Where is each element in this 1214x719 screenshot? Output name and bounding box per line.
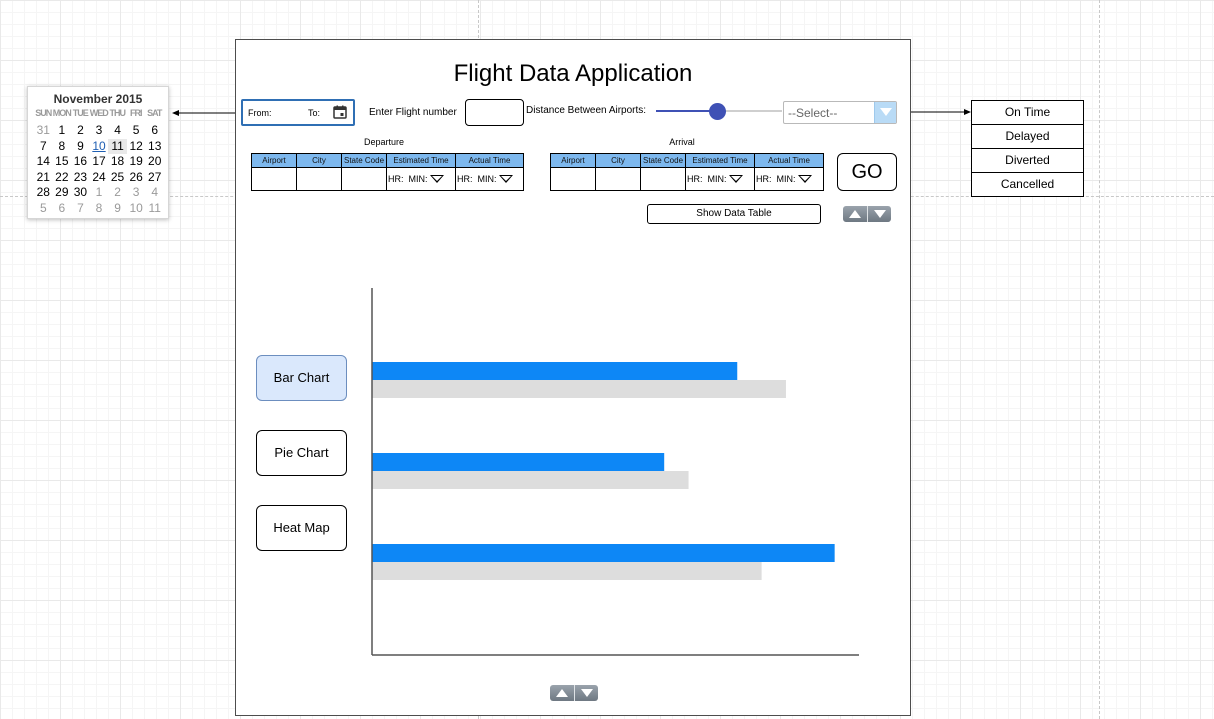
departure-airport-cell[interactable] (251, 167, 297, 191)
scroll-up-icon[interactable] (550, 685, 574, 701)
bar-series-2-category-2 (372, 471, 689, 489)
scroll-up-icon[interactable] (843, 206, 867, 222)
scroll-down-icon[interactable] (574, 685, 598, 701)
bar-series-1-category-3 (372, 544, 835, 562)
dropdown-triangle-icon[interactable] (797, 175, 812, 183)
arrival-state-cell[interactable] (640, 167, 686, 191)
departure-city-cell[interactable] (296, 167, 342, 191)
flight-status-list[interactable]: On Time Delayed Diverted Cancelled (971, 100, 1084, 197)
min-label: MIN: (776, 174, 796, 184)
hr-label: HR: (457, 174, 473, 184)
flight-number-input[interactable] (465, 99, 524, 126)
select-value: --Select-- (788, 106, 838, 120)
column-header: Estimated Time (685, 153, 755, 168)
bar-chart (371, 288, 859, 656)
arrival-airport-cell[interactable] (550, 167, 596, 191)
slider-track-fill (656, 110, 716, 112)
hr-label: HR: (756, 174, 772, 184)
arrival-table: Airport City State Code Estimated Time A… (550, 153, 824, 191)
column-header: City (296, 153, 342, 168)
chevron-down-icon[interactable] (874, 102, 896, 123)
column-header: Airport (251, 153, 297, 168)
to-label: To: (308, 108, 321, 118)
arrival-title: Arrival (669, 137, 695, 147)
heat-map-button[interactable]: Heat Map (256, 505, 347, 551)
flight-number-label: Enter Flight number (369, 107, 457, 118)
app-panel: Flight Data Application From: To: Enter … (235, 39, 911, 716)
status-option-on-time[interactable]: On Time (971, 100, 1084, 125)
scroll-down-icon[interactable] (867, 206, 891, 222)
distance-label: Distance Between Airports: (526, 105, 647, 116)
status-option-delayed[interactable]: Delayed (971, 124, 1084, 149)
column-header: State Code (341, 153, 387, 168)
min-label: MIN: (477, 174, 497, 184)
dropdown-triangle-icon[interactable] (498, 175, 513, 183)
bar-series-2-category-3 (372, 562, 762, 580)
distance-select[interactable]: --Select-- (783, 101, 897, 124)
pie-chart-button[interactable]: Pie Chart (256, 430, 347, 476)
distance-slider[interactable] (656, 102, 782, 120)
column-header: Actual Time (455, 153, 524, 168)
bar-series-1-category-2 (372, 453, 665, 471)
departure-estimated-time-cell[interactable]: HR: MIN: (386, 167, 456, 191)
column-header: City (595, 153, 641, 168)
calendar-icon[interactable] (333, 105, 347, 119)
departure-title: Departure (363, 137, 405, 147)
bottom-scroll-buttons[interactable] (550, 685, 598, 701)
column-header: Estimated Time (386, 153, 456, 168)
status-option-diverted[interactable]: Diverted (971, 148, 1084, 173)
go-button[interactable]: GO (837, 153, 897, 191)
show-data-table-button[interactable]: Show Data Table (647, 204, 821, 224)
min-label: MIN: (408, 174, 428, 184)
page-title: Flight Data Application (453, 60, 693, 87)
slider-thumb[interactable] (709, 103, 726, 120)
top-scroll-buttons[interactable] (843, 206, 891, 222)
bar-chart-button[interactable]: Bar Chart (256, 355, 347, 401)
hr-label: HR: (687, 174, 703, 184)
arrival-city-cell[interactable] (595, 167, 641, 191)
status-option-cancelled[interactable]: Cancelled (971, 172, 1084, 197)
date-range-input[interactable]: From: To: (241, 99, 355, 126)
bar-series-2-category-1 (372, 380, 786, 398)
arrival-actual-time-cell[interactable]: HR: MIN: (754, 167, 824, 191)
arrival-estimated-time-cell[interactable]: HR: MIN: (685, 167, 755, 191)
dropdown-triangle-icon[interactable] (728, 175, 743, 183)
column-header: Actual Time (754, 153, 824, 168)
hr-label: HR: (388, 174, 404, 184)
bar-series-1-category-1 (372, 362, 738, 380)
column-header: State Code (640, 153, 686, 168)
departure-state-cell[interactable] (341, 167, 387, 191)
column-header: Airport (550, 153, 596, 168)
min-label: MIN: (707, 174, 727, 184)
from-label: From: (248, 108, 272, 118)
departure-actual-time-cell[interactable]: HR: MIN: (455, 167, 524, 191)
dropdown-triangle-icon[interactable] (429, 175, 444, 183)
departure-table: Airport City State Code Estimated Time A… (251, 153, 524, 191)
